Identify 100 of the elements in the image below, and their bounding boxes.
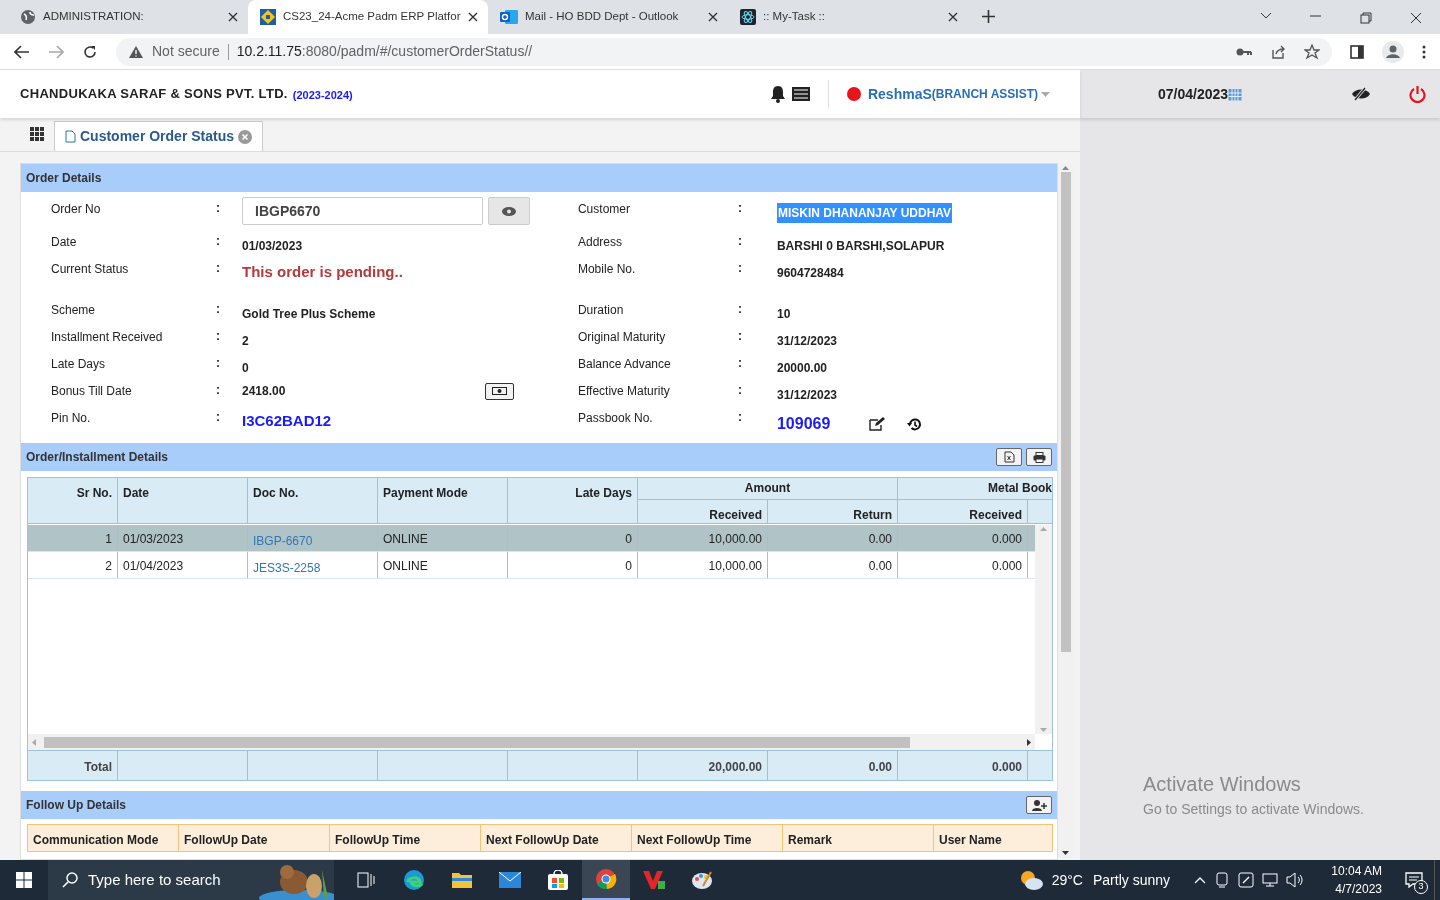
table-cell: 0.00 bbox=[768, 525, 898, 551]
chrome-icon[interactable] bbox=[582, 860, 630, 900]
notification-button[interactable]: 3 bbox=[1394, 860, 1434, 900]
view-button[interactable] bbox=[488, 197, 530, 225]
chevron-up-icon[interactable] bbox=[1194, 876, 1206, 884]
browser-tab[interactable]: ADMINISTRATION: bbox=[8, 0, 248, 34]
status-text: This order is pending.. bbox=[242, 263, 403, 280]
field-label: Date bbox=[51, 234, 78, 251]
scroll-down-icon[interactable] bbox=[1062, 851, 1069, 855]
column-header: Communication Mode bbox=[28, 825, 179, 851]
print-button[interactable] bbox=[1026, 448, 1052, 466]
add-user-icon bbox=[1031, 799, 1047, 811]
device-icon[interactable] bbox=[1214, 872, 1230, 888]
share-icon[interactable] bbox=[1270, 43, 1286, 60]
browser-tab[interactable]: CS23_24-Acme Padm ERP Platfor bbox=[248, 0, 488, 34]
colon: : bbox=[737, 233, 743, 250]
table-cell: 0 bbox=[508, 552, 638, 578]
table-cell: 10,000.00 bbox=[638, 525, 768, 551]
table-row[interactable]: 1 01/03/2023 IBGP-6670 ONLINE 0 10,000.00 0.00 0.000 bbox=[28, 525, 1035, 552]
edit-icon[interactable] bbox=[868, 417, 885, 431]
colon: : bbox=[737, 200, 743, 217]
back-icon[interactable] bbox=[14, 44, 30, 59]
field-label: Effective Maturity bbox=[577, 383, 671, 400]
field-value: 10 bbox=[776, 307, 791, 321]
scroll-right-icon[interactable] bbox=[1027, 738, 1031, 746]
order-number-field[interactable]: IBGP6670 bbox=[242, 197, 483, 225]
column-group-header: Metal Book bbox=[898, 478, 1052, 500]
page-tab[interactable]: Customer Order Status bbox=[54, 121, 264, 151]
chevron-down-icon[interactable] bbox=[1260, 12, 1272, 20]
address-bar[interactable]: Not secure 10.2.11.75:8080/padm/#/customerOrderStatus// bbox=[116, 37, 1332, 66]
colon: : bbox=[737, 355, 743, 372]
table-cell: ONLINE bbox=[378, 525, 508, 551]
clock[interactable]: 10:04 AM 4/7/2023 bbox=[1314, 862, 1382, 898]
browser-tab[interactable]: Mail - HO BDD Dept - Outlook bbox=[488, 0, 728, 34]
temperature: 29°C bbox=[1051, 870, 1083, 890]
colon: : bbox=[216, 301, 221, 318]
minimize-icon[interactable] bbox=[1310, 12, 1322, 20]
key-icon[interactable] bbox=[1236, 46, 1252, 57]
close-icon[interactable] bbox=[228, 12, 238, 22]
app-logo-icon bbox=[260, 9, 276, 25]
horizontal-scrollbar[interactable] bbox=[28, 734, 1035, 750]
cash-button[interactable] bbox=[485, 382, 514, 400]
section-title: Order/Installment Details bbox=[26, 449, 169, 466]
close-icon[interactable] bbox=[948, 12, 958, 22]
field-value: MISKIN DHANANJAY UDDHAV bbox=[776, 203, 953, 223]
windows-logo-icon bbox=[16, 872, 32, 888]
column-header: FollowUp Date bbox=[179, 825, 330, 851]
add-user-button[interactable] bbox=[1026, 796, 1052, 814]
power-icon[interactable] bbox=[1409, 85, 1426, 103]
column-header: Date bbox=[118, 478, 248, 523]
table-cell: 10,000.00 bbox=[638, 552, 768, 578]
bell-icon[interactable] bbox=[769, 85, 786, 103]
url-text: 10.2.11.75:8080/padm/#/customerOrderStatus// bbox=[236, 42, 533, 61]
eye-slash-icon[interactable] bbox=[1351, 87, 1371, 101]
colon: : bbox=[216, 200, 221, 217]
network-icon[interactable] bbox=[1262, 872, 1278, 888]
column-header: Late Days bbox=[508, 478, 638, 523]
restore-icon[interactable] bbox=[1360, 12, 1372, 24]
table-row[interactable]: 2 01/04/2023 JES3S-2258 ONLINE 0 10,000.00 0.00 0.000 bbox=[28, 552, 1035, 579]
current-date: 07/04/2023 bbox=[1158, 84, 1229, 104]
column-header: Payment Mode bbox=[378, 478, 508, 523]
scroll-up-icon[interactable] bbox=[1062, 166, 1069, 170]
field-value: 9604728484 bbox=[776, 266, 844, 280]
list-icon[interactable] bbox=[791, 87, 810, 101]
calendar-icon[interactable] bbox=[1228, 87, 1243, 101]
star-icon[interactable] bbox=[1304, 43, 1320, 60]
side-panel-icon[interactable] bbox=[1350, 44, 1364, 59]
speaker-icon[interactable] bbox=[1286, 872, 1304, 888]
field-value: 0 bbox=[242, 361, 249, 375]
history-icon[interactable] bbox=[906, 416, 922, 432]
colon: : bbox=[737, 328, 743, 345]
colon: : bbox=[216, 409, 221, 426]
new-tab-icon[interactable] bbox=[982, 10, 995, 23]
close-icon[interactable] bbox=[708, 12, 718, 22]
globe-icon bbox=[20, 9, 36, 25]
pen-tablet-icon[interactable] bbox=[1238, 872, 1254, 888]
colon: : bbox=[216, 233, 221, 250]
colon: : bbox=[216, 382, 221, 399]
reload-icon[interactable] bbox=[82, 43, 98, 60]
close-icon[interactable] bbox=[1410, 12, 1422, 24]
document-icon bbox=[65, 130, 76, 143]
colon: : bbox=[737, 409, 743, 426]
field-label: Duration bbox=[577, 302, 625, 319]
browser-tab[interactable]: :: My-Task :: bbox=[728, 0, 968, 34]
taskbar-search-field[interactable]: Type here to search bbox=[48, 860, 334, 900]
apps-grid-icon[interactable] bbox=[30, 127, 44, 141]
activation-title: Activate Windows bbox=[1143, 772, 1302, 797]
total-label: Total bbox=[28, 751, 118, 780]
profile-avatar-icon[interactable] bbox=[1382, 40, 1404, 63]
table-cell: 0.000 bbox=[898, 552, 1028, 578]
export-excel-button[interactable] bbox=[996, 448, 1022, 466]
search-icon bbox=[62, 872, 78, 888]
user-menu[interactable]: ReshmaS(BRANCH ASSIST) bbox=[867, 83, 1050, 105]
close-icon[interactable] bbox=[468, 12, 478, 22]
table-cell: 0.000 bbox=[898, 525, 1028, 551]
page-scrollbar[interactable] bbox=[1058, 163, 1073, 858]
section-title: Order Details bbox=[26, 170, 102, 187]
more-icon[interactable] bbox=[1422, 44, 1426, 59]
document-link[interactable]: JES3S-2258 bbox=[248, 552, 378, 578]
field-label: Late Days bbox=[51, 356, 107, 373]
